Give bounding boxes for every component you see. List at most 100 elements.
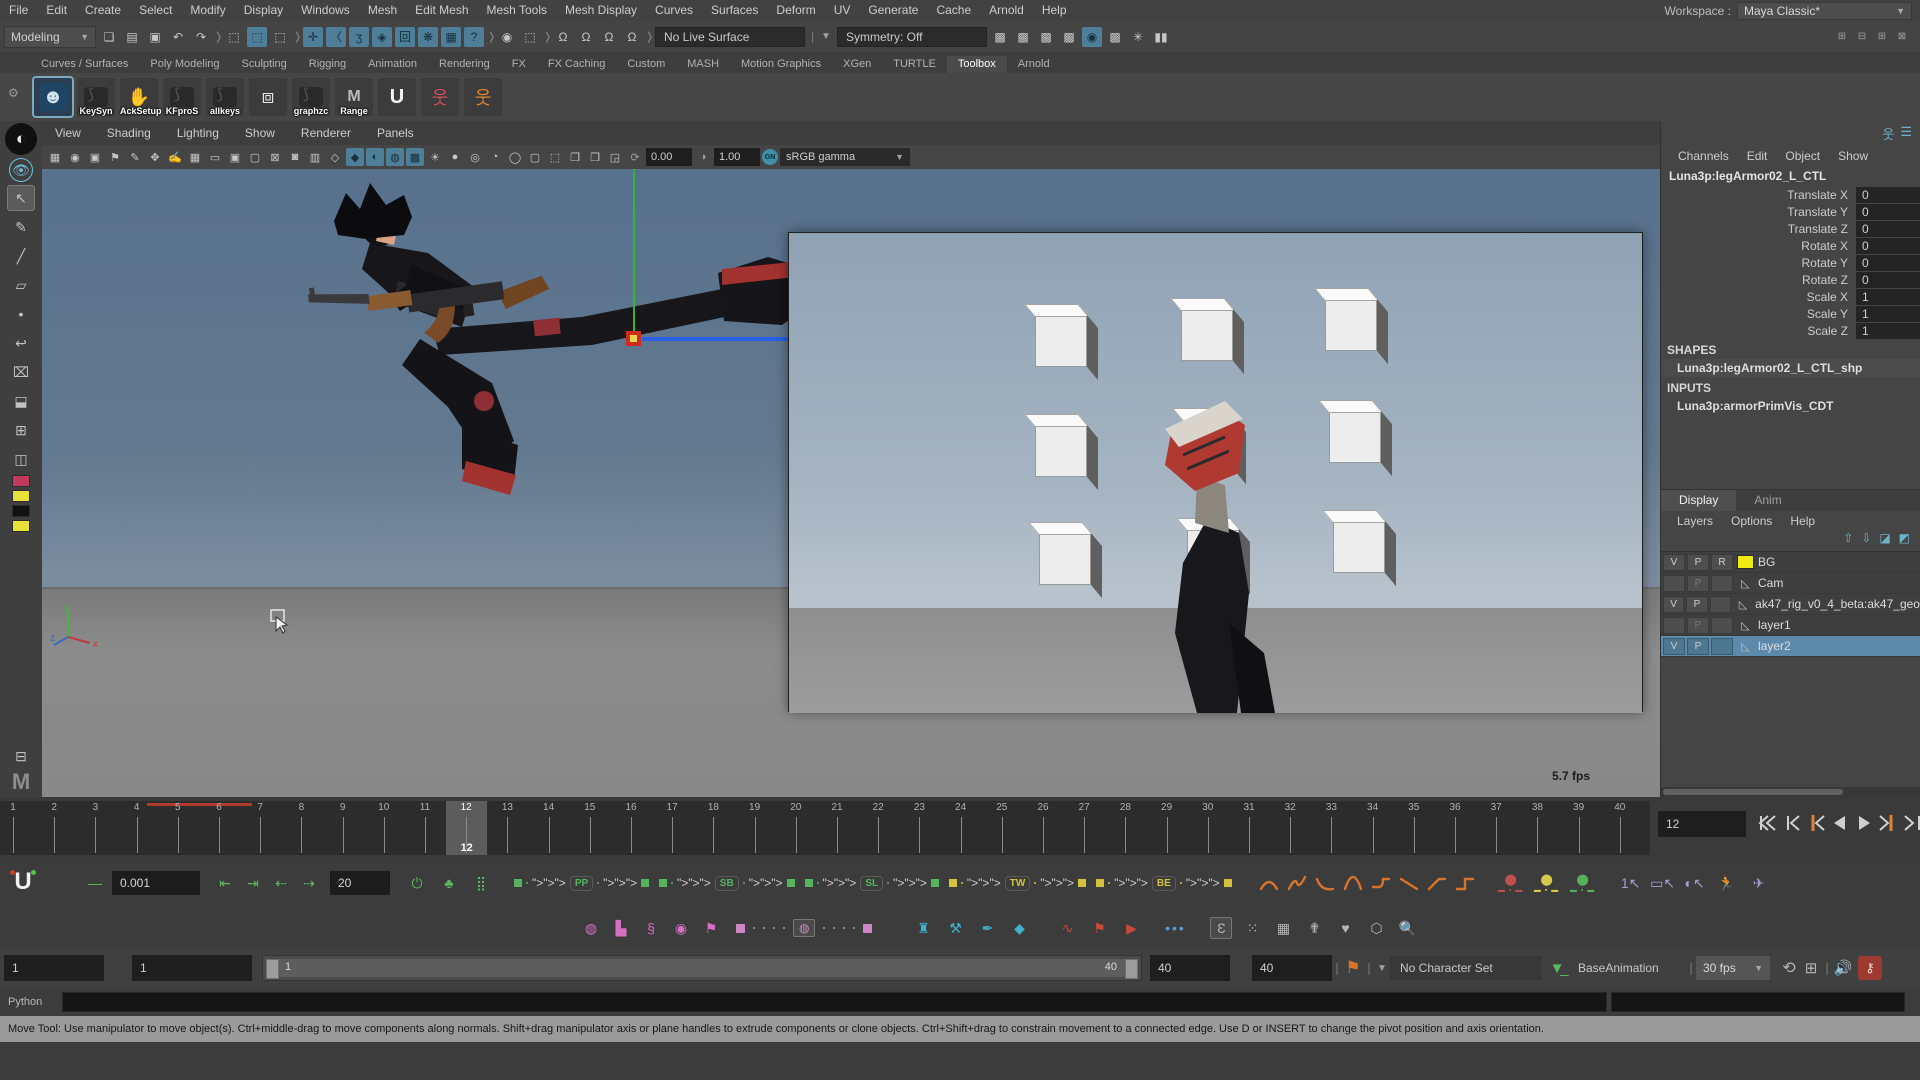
animbot-segment-label[interactable]: TW (1005, 876, 1031, 891)
curve-bird-icon[interactable]: ∿ (1056, 917, 1078, 939)
delete-tool-icon[interactable]: ⌧ (7, 359, 35, 385)
redo-icon[interactable]: ↷ (191, 27, 211, 47)
chain-icon[interactable]: § (640, 917, 662, 939)
channel-box-menu-show[interactable]: Show (1831, 149, 1875, 163)
layer-menu-options[interactable]: Options (1723, 514, 1780, 528)
viewport-menu-lighting[interactable]: Lighting (164, 126, 232, 140)
menu-arnold[interactable]: Arnold (980, 0, 1033, 21)
wireframe-icon[interactable]: ◇ (326, 148, 344, 166)
color-swatch-black[interactable] (12, 505, 30, 517)
viewport-menu-panels[interactable]: Panels (364, 126, 427, 140)
texture-view-icon[interactable]: ▩ (1105, 27, 1125, 47)
channel-value-field[interactable]: 1 (1856, 289, 1920, 305)
layer-visibility-toggle[interactable]: V (1663, 596, 1684, 613)
chevron-down-icon[interactable]: ▼ (818, 27, 834, 47)
menu-select[interactable]: Select (130, 0, 181, 21)
channel-value-field[interactable]: 1 (1856, 323, 1920, 339)
camera-attrs-icon[interactable]: ▣ (86, 148, 104, 166)
workspace-select[interactable]: Maya Classic* ▼ (1737, 2, 1912, 20)
gamma-icon[interactable]: ◑ (694, 148, 712, 166)
animbot-segment-tw[interactable]: ">">">TW">">"> (949, 876, 1086, 891)
acksetup-script[interactable]: ✋AckSetup (120, 78, 158, 116)
person-icon[interactable]: 웃 (1882, 124, 1894, 145)
search-icon[interactable]: 🔍 (1396, 917, 1418, 939)
character-red-tool[interactable]: 웃 (421, 78, 459, 116)
lighting-icon[interactable]: ☀ (426, 148, 444, 166)
allkeys-script[interactable]: allkeys (206, 78, 244, 116)
ease-linear-icon[interactable] (1426, 875, 1448, 892)
toggle-panel-1-icon[interactable]: ⊞ (1834, 27, 1850, 47)
construction-4-icon[interactable]: Ω (622, 27, 642, 47)
layer-playback-toggle[interactable]: P (1686, 596, 1707, 613)
playback-start-field[interactable]: 1 (132, 955, 252, 981)
resolution-gate-icon[interactable]: ▣ (226, 148, 244, 166)
play-forwards-button[interactable] (1852, 809, 1875, 837)
animbot-segment-label[interactable]: BE (1152, 876, 1176, 891)
layout-four-icon[interactable]: ⊞ (7, 417, 35, 443)
animbot2-slider[interactable]: ◍ (736, 919, 872, 937)
xray-joints-icon[interactable]: ❒ (586, 148, 604, 166)
input-node[interactable]: Luna3p:armorPrimVis_CDT (1661, 397, 1920, 415)
range-script[interactable]: MRange (335, 78, 373, 116)
viewport-menu-renderer[interactable]: Renderer (288, 126, 364, 140)
gear-icon[interactable]: ⚙ (8, 86, 19, 100)
dof-icon[interactable]: ▢ (526, 148, 544, 166)
more-dots-icon[interactable]: ••• (1164, 917, 1186, 939)
motionblur-icon[interactable]: ◔ (486, 148, 504, 166)
viewport-menu-show[interactable]: Show (232, 126, 288, 140)
empty-layer-icon[interactable]: ◪ (1879, 531, 1890, 551)
exposure-toggle-icon[interactable]: ◲ (606, 148, 624, 166)
cube-grey-icon[interactable]: ⬡ (1365, 917, 1387, 939)
make-live-icon[interactable]: 回 (395, 27, 415, 47)
construction-history-icon[interactable]: Ω (553, 27, 573, 47)
animbot-segment-sb[interactable]: ">">">SB">">"> (659, 876, 795, 891)
key-value-field[interactable]: 20 (330, 871, 390, 895)
chevron-down-icon[interactable]: ▼ (1374, 958, 1390, 978)
ease-hump-icon[interactable] (1258, 875, 1280, 892)
shape-node[interactable]: Luna3p:legArmor02_L_CTL_shp (1661, 359, 1920, 377)
shelf-tab-xgen[interactable]: XGen (832, 56, 882, 73)
shelf-tab-rigging[interactable]: Rigging (298, 56, 357, 73)
layout-single-icon[interactable]: ⬓ (7, 388, 35, 414)
pivot-icon[interactable]: ⚒ (944, 917, 966, 939)
animbot-segment-label[interactable]: SL (860, 876, 883, 891)
save-scene-icon[interactable]: ▣ (145, 27, 165, 47)
first-person-leg[interactable] (1079, 233, 1379, 713)
layer-visibility-toggle[interactable]: V (1663, 638, 1685, 655)
layer-display-type-toggle[interactable]: R (1711, 617, 1733, 634)
dots-arrows-icon[interactable]: ⁙ (1241, 917, 1263, 939)
menu-curves[interactable]: Curves (646, 0, 702, 21)
layer-row-Cam[interactable]: VPR◺Cam (1661, 573, 1920, 594)
exposure-icon[interactable]: ⟳ (626, 148, 644, 166)
layer-display-type-toggle[interactable]: R (1711, 554, 1733, 571)
wire-on-shaded-icon[interactable]: ◍ (386, 148, 404, 166)
tween-value-field[interactable]: 0.001 (112, 871, 200, 895)
symmetry-field[interactable]: Symmetry: Off (837, 27, 987, 47)
animbot-logo[interactable]: U (8, 868, 38, 898)
flag-cursor-icon[interactable]: ⚑ (700, 917, 722, 939)
snap-plane-icon[interactable]: ◈ (372, 27, 392, 47)
isolate-select-icon[interactable]: ⬚ (546, 148, 564, 166)
menu-generate[interactable]: Generate (859, 0, 927, 21)
scale-tool-icon[interactable]: • (7, 301, 35, 327)
layer-color-swatch[interactable] (1737, 555, 1754, 569)
safe-action-icon[interactable]: ◙ (286, 148, 304, 166)
anim-layer-field[interactable]: BaseAnimation (1568, 956, 1686, 980)
menu-display[interactable]: Display (235, 0, 292, 21)
kfpros-script[interactable]: KFproS (163, 78, 201, 116)
bell-icon[interactable]: ◍ (793, 919, 815, 937)
channel-value-field[interactable]: 1 (1856, 306, 1920, 322)
ease-plateau-icon[interactable] (1370, 875, 1392, 892)
layer-editor-tab-display[interactable]: Display (1661, 490, 1736, 511)
rotate-tool-icon[interactable]: ▱ (7, 272, 35, 298)
command-input[interactable] (62, 992, 1607, 1012)
menu-mesh-display[interactable]: Mesh Display (556, 0, 646, 21)
selected-layer-icon[interactable]: ◩ (1899, 531, 1910, 551)
step-back-key-button[interactable] (1804, 809, 1827, 837)
safe-title-icon[interactable]: ▥ (306, 148, 324, 166)
blocks-icon[interactable]: ▙ (610, 917, 632, 939)
menu-create[interactable]: Create (76, 0, 130, 21)
shelf-tab-fx[interactable]: FX (501, 56, 537, 73)
lock-camera-icon[interactable]: ◉ (66, 148, 84, 166)
layer-triangle-icon[interactable]: ◺ (1735, 597, 1751, 611)
